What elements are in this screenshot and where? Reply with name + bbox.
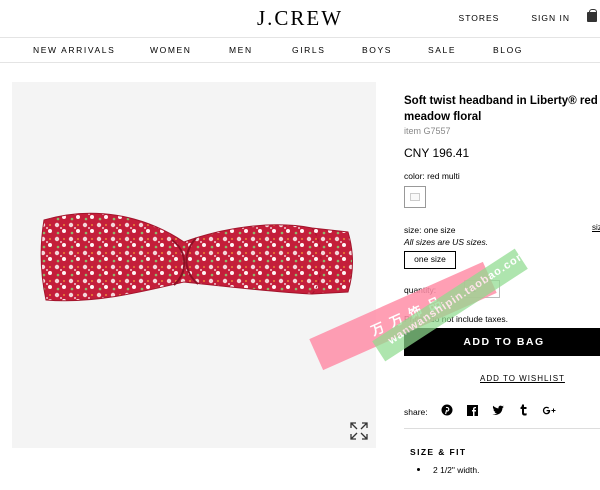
tumblr-icon[interactable] [519, 404, 528, 416]
headband-illustration [40, 212, 353, 302]
size-option-button[interactable]: one size [404, 251, 456, 269]
product-price: CNY 196.41 [404, 146, 470, 160]
size-fit-section: SIZE & FIT 2 1/2" width. [404, 428, 600, 475]
nav-item-girls[interactable]: GIRLS [292, 45, 326, 55]
size-guide-link[interactable]: size [592, 223, 600, 232]
nav-item-new-arrivals[interactable]: NEW ARRIVALS [33, 45, 115, 55]
swatch-thumbnail [410, 193, 420, 201]
size-label: size: [404, 225, 422, 235]
size-fit-item-text: 2 1/2" width. [433, 465, 480, 475]
color-line: color: red multi [404, 171, 460, 181]
item-number: item G7557 [404, 126, 451, 136]
color-swatch[interactable] [404, 186, 426, 208]
add-to-wishlist-link[interactable]: ADD TO WISHLIST [480, 374, 565, 383]
size-note: All sizes are US sizes. [404, 237, 489, 247]
color-label: color: [404, 171, 425, 181]
add-to-bag-button[interactable]: ADD TO BAG [404, 328, 600, 356]
product-title-line2: meadow floral [404, 111, 482, 123]
twitter-icon[interactable] [492, 405, 505, 416]
expand-icon[interactable] [350, 422, 368, 440]
nav-item-women[interactable]: WOMEN [150, 45, 192, 55]
color-value: red multi [427, 171, 460, 181]
product-info: Soft twist headband in Liberty® red mead… [404, 0, 600, 490]
facebook-icon[interactable] [467, 404, 478, 416]
size-value: one size [423, 225, 456, 235]
size-fit-item: 2 1/2" width. [417, 465, 480, 475]
product-title: Soft twist headband in Liberty® red mead… [404, 93, 600, 125]
size-line: size: one size [404, 225, 456, 235]
pinterest-icon[interactable] [441, 404, 453, 416]
nav-item-boys[interactable]: BOYS [362, 45, 392, 55]
size-fit-heading[interactable]: SIZE & FIT [410, 447, 467, 457]
nav-item-men[interactable]: MEN [229, 45, 253, 55]
share-label: share: [404, 407, 428, 417]
share-icons [441, 404, 556, 416]
product-image[interactable] [12, 82, 376, 448]
product-title-line1: Soft twist headband in Liberty® red [404, 95, 598, 107]
google-plus-icon[interactable] [542, 405, 556, 416]
